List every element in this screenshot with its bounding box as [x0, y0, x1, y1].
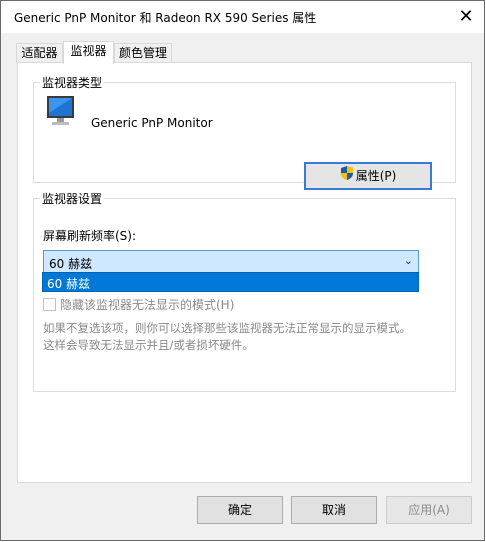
hide-modes-description: 如果不复选该项，则你可以选择那些该监视器无法正常显示的显示模式。 这样会导致无法… [43, 320, 453, 354]
title-bar[interactable]: Generic PnP Monitor 和 Radeon RX 590 Seri… [1, 1, 484, 33]
properties-button-label: 属性(P) [355, 169, 397, 183]
description-line-1: 如果不复选该项，则你可以选择那些该监视器无法正常显示的显示模式。 [43, 321, 411, 335]
ok-button[interactable]: 确定 [197, 496, 283, 524]
properties-dialog: Generic PnP Monitor 和 Radeon RX 590 Seri… [0, 0, 485, 541]
description-line-2: 这样会导致无法显示并且/或者损坏硬件。 [43, 338, 254, 352]
hide-modes-row[interactable]: 隐藏该监视器无法显示的模式(H) [43, 296, 234, 313]
dropdown-option[interactable]: 60 赫兹 [47, 275, 90, 292]
tab-monitor[interactable]: 监视器 [63, 41, 114, 64]
shield-icon [340, 165, 354, 189]
refresh-rate-value: 60 赫兹 [49, 257, 93, 271]
cancel-button[interactable]: 取消 [291, 496, 377, 524]
monitor-name: Generic PnP Monitor [91, 116, 213, 130]
monitor-type-group: 监视器类型 Generic PnP Monitor 属性(P) [33, 74, 456, 190]
tab-strip: 适配器 监视器 颜色管理 [1, 33, 484, 64]
monitor-settings-group: 监视器设置 屏幕刷新频率(S): 60 赫兹 ⌄ 隐藏该监视器无法显示的模式(H… [33, 190, 456, 392]
refresh-rate-dropdown-list: 60 赫兹 [42, 272, 419, 292]
tab-color-management[interactable]: 颜色管理 [114, 43, 172, 63]
hide-modes-label: 隐藏该监视器无法显示的模式(H) [60, 298, 235, 312]
chevron-down-icon: ⌄ [403, 254, 413, 267]
window-title: Generic PnP Monitor 和 Radeon RX 590 Seri… [14, 11, 317, 25]
properties-button[interactable]: 属性(P) [304, 162, 432, 190]
refresh-rate-select[interactable]: 60 赫兹 ⌄ [43, 250, 419, 274]
monitor-icon [46, 95, 76, 132]
apply-button[interactable]: 应用(A) [386, 496, 472, 524]
tab-adapter[interactable]: 适配器 [16, 43, 63, 63]
hide-modes-checkbox[interactable] [43, 298, 56, 311]
monitor-settings-title: 监视器设置 [40, 190, 105, 207]
close-icon[interactable]: ✕ [454, 5, 478, 29]
refresh-rate-label: 屏幕刷新频率(S): [43, 229, 137, 243]
monitor-type-title: 监视器类型 [40, 74, 105, 91]
